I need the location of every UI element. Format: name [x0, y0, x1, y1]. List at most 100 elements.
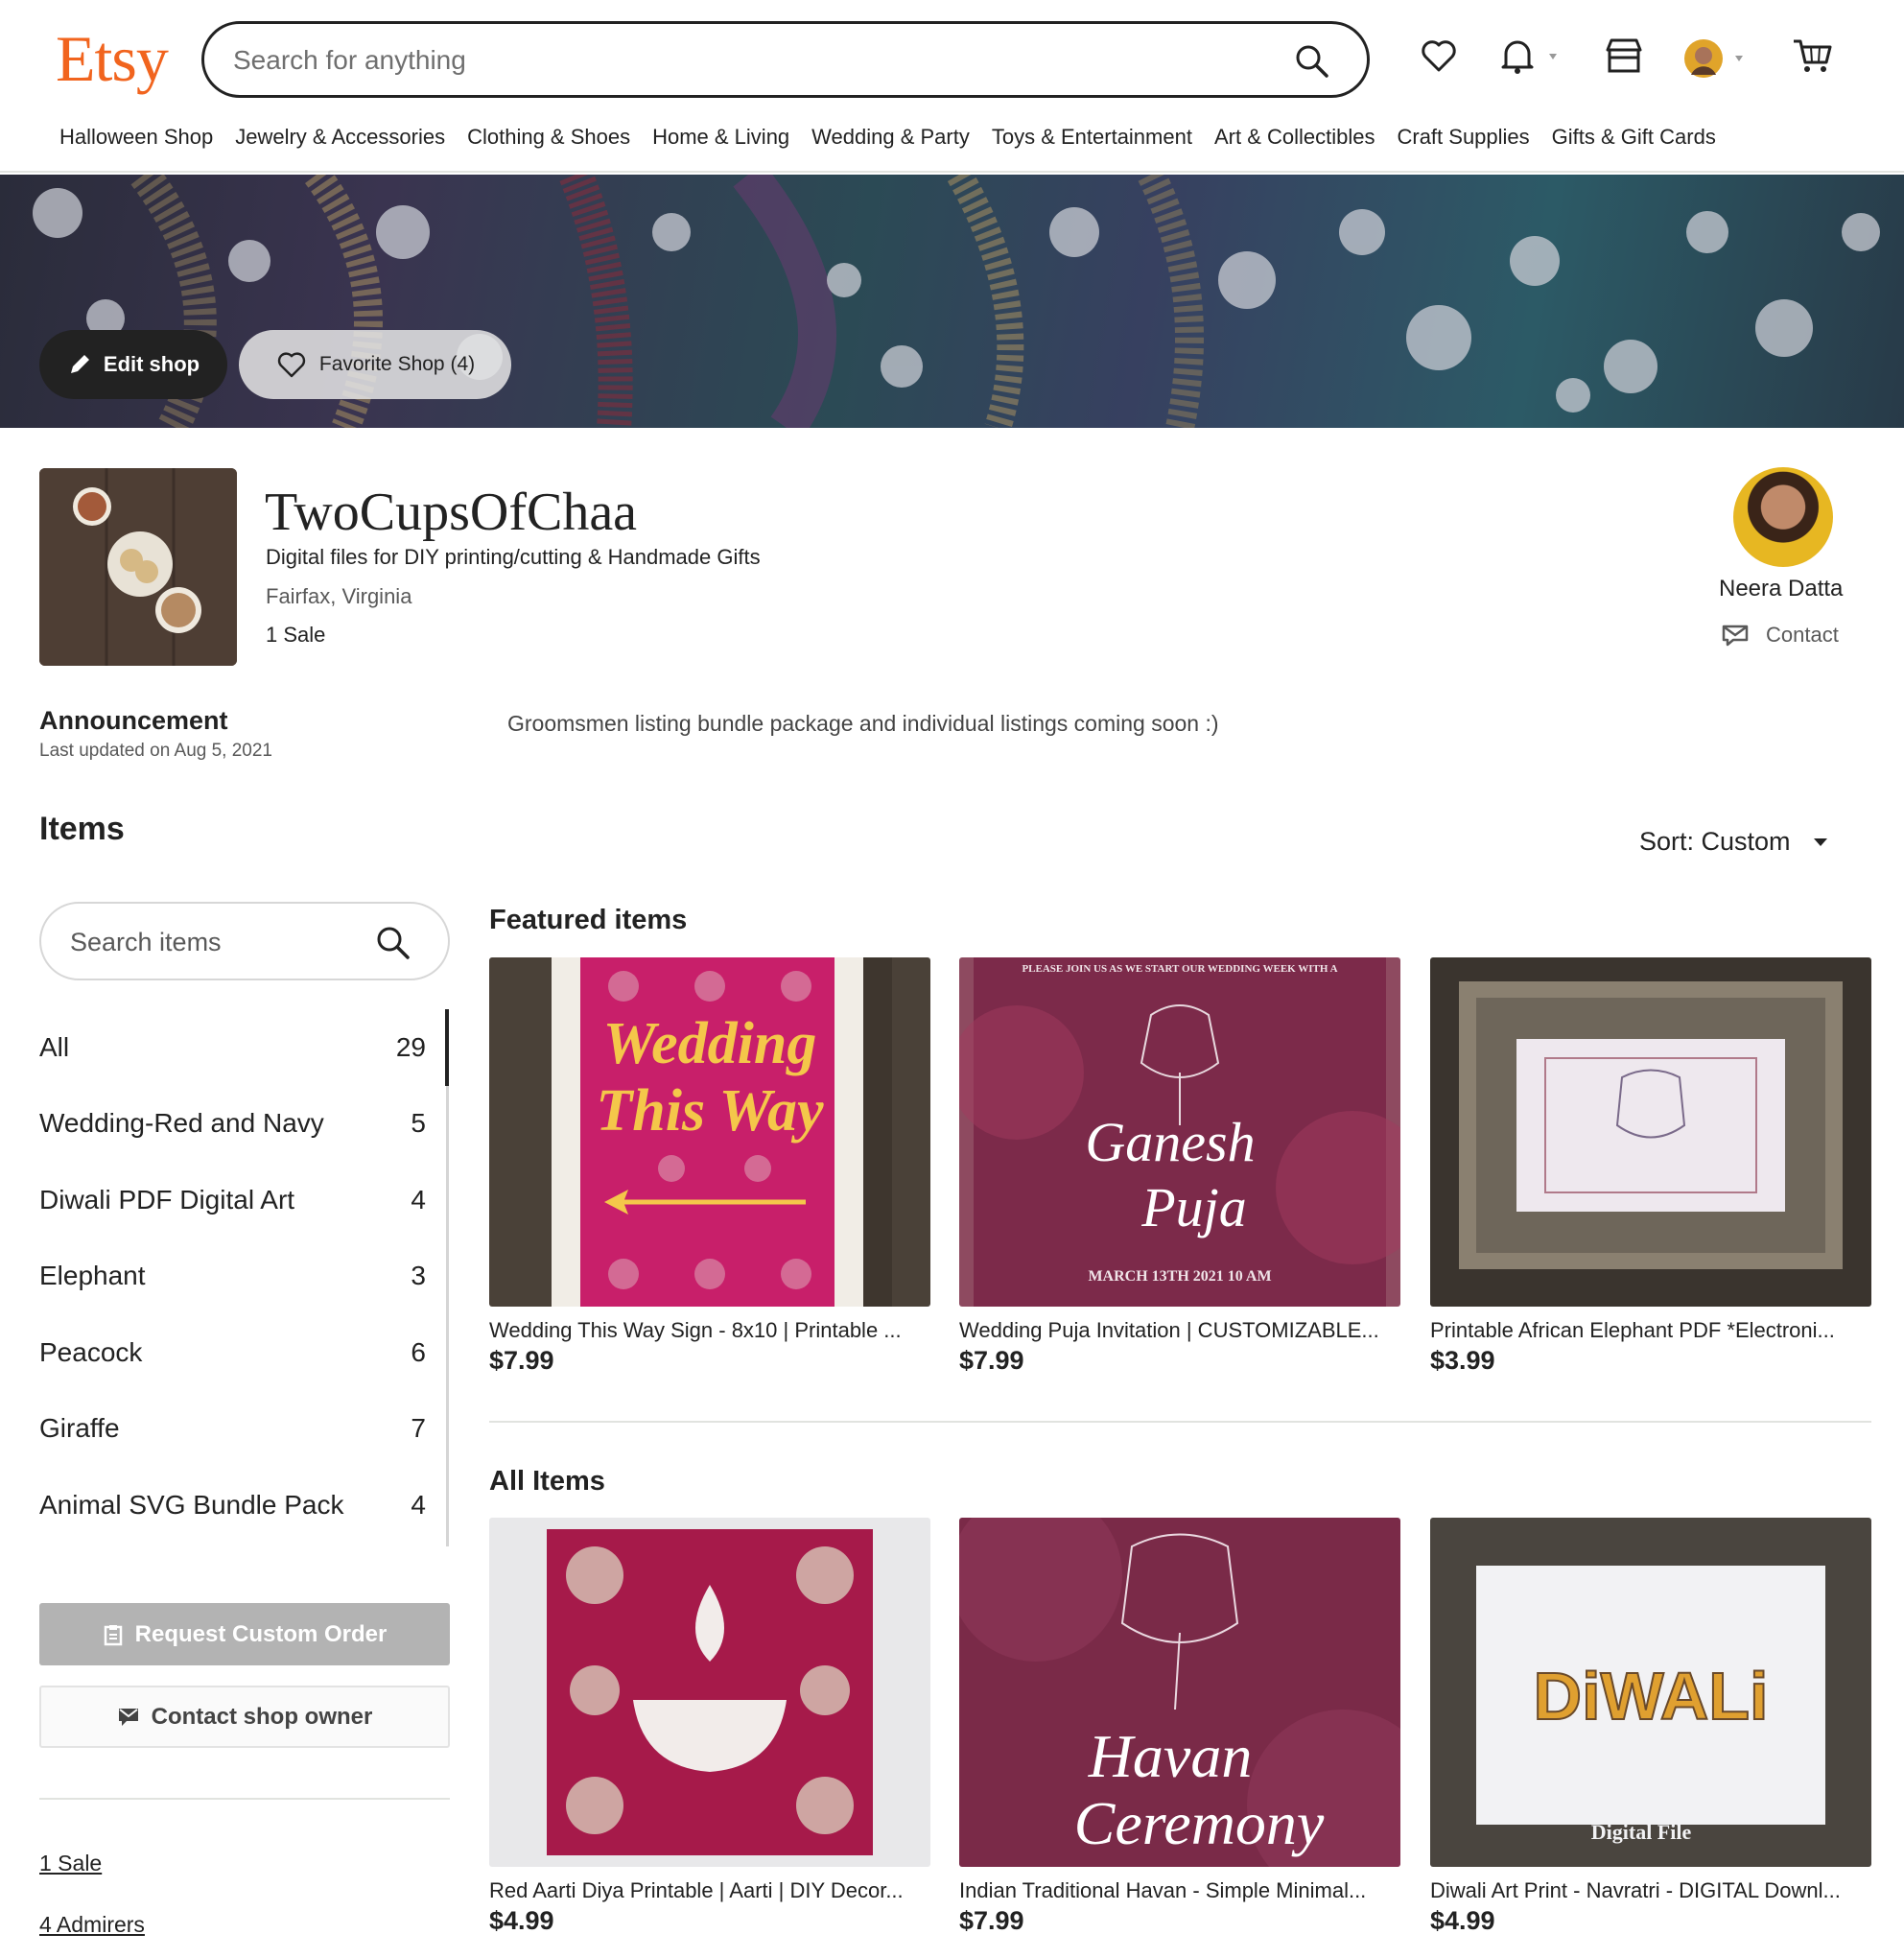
nav-gifts-gift-cards[interactable]: Gifts & Gift Cards — [1552, 125, 1716, 150]
global-search-bar[interactable] — [201, 21, 1370, 98]
bell-icon[interactable] — [1498, 36, 1565, 80]
sidebar-divider — [39, 1798, 450, 1800]
listing-image[interactable] — [1430, 957, 1871, 1307]
global-search-input[interactable] — [233, 37, 1269, 83]
search-icon[interactable] — [375, 925, 411, 966]
announcement-title: Announcement — [39, 706, 228, 735]
sort-dropdown[interactable]: Sort: Custom — [1639, 827, 1829, 857]
shop-search-input[interactable] — [70, 921, 377, 963]
featured-card-1[interactable]: Wedding This Way Wedding This Way Sign -… — [489, 957, 930, 1376]
listing-title[interactable]: Printable African Elephant PDF *Electron… — [1430, 1318, 1871, 1343]
pencil-icon — [70, 355, 89, 373]
etsy-logo[interactable]: Etsy — [56, 21, 169, 97]
owner-name[interactable]: Neera Datta — [1719, 576, 1843, 602]
category-item-diwali[interactable]: Diwali PDF Digital Art 4 — [39, 1162, 450, 1238]
admirers-link[interactable]: 4 Admirers — [39, 1912, 145, 1938]
listing-title[interactable]: Indian Traditional Havan - Simple Minima… — [959, 1878, 1400, 1903]
shop-sales-count: 1 Sale — [266, 623, 326, 647]
category-item-elephant[interactable]: Elephant 3 — [39, 1238, 450, 1315]
art-word: DiWALi — [1534, 1659, 1769, 1734]
shop-search-bar[interactable] — [39, 902, 450, 980]
listing-title[interactable]: Wedding Puja Invitation | CUSTOMIZABLE..… — [959, 1318, 1400, 1343]
contact-label: Contact — [1766, 623, 1839, 647]
nav-art-collectibles[interactable]: Art & Collectibles — [1214, 125, 1375, 150]
art-line-1: Wedding — [603, 1011, 817, 1076]
announcement-text: Groomsmen listing bundle package and ind… — [507, 711, 1219, 736]
category-label: Elephant — [39, 1261, 146, 1291]
listing-title[interactable]: Red Aarti Diya Printable | Aarti | DIY D… — [489, 1878, 930, 1903]
featured-items-heading: Featured items — [489, 905, 688, 935]
art-line-1: Ganesh — [1085, 1111, 1255, 1173]
shop-location: Fairfax, Virginia — [266, 584, 412, 608]
listing-title[interactable]: Diwali Art Print - Navratri - DIGITAL Do… — [1430, 1878, 1871, 1903]
category-item-animal-svg[interactable]: Animal SVG Bundle Pack 4 — [39, 1467, 450, 1544]
announcement-date: Last updated on Aug 5, 2021 — [39, 741, 272, 761]
favorite-shop-button[interactable]: Favorite Shop (4) — [239, 330, 511, 399]
nav-craft-supplies[interactable]: Craft Supplies — [1397, 125, 1529, 150]
avatar[interactable] — [1683, 38, 1752, 83]
search-icon[interactable] — [1294, 43, 1330, 84]
category-count: 5 — [411, 1108, 426, 1139]
featured-card-3[interactable]: Printable African Elephant PDF *Electron… — [1430, 957, 1871, 1376]
nav-wedding-party[interactable]: Wedding & Party — [811, 125, 970, 150]
shop-icon[interactable] — [1604, 36, 1644, 80]
caret-down-icon — [1813, 837, 1827, 846]
all-item-card-3[interactable]: DiWALi Digital File Diwali Art Print - N… — [1430, 1518, 1871, 1936]
category-count: 6 — [411, 1336, 426, 1367]
art-top-text: PLEASE JOIN US AS WE START OUR WEDDING W… — [1022, 963, 1337, 975]
category-label: Diwali PDF Digital Art — [39, 1184, 295, 1215]
category-item-giraffe[interactable]: Giraffe 7 — [39, 1391, 450, 1468]
shop-tagline: Digital files for DIY printing/cutting &… — [266, 545, 761, 569]
shop-icon-image — [39, 468, 237, 666]
cart-icon[interactable] — [1792, 36, 1834, 80]
art-line-2: This Way — [596, 1078, 824, 1144]
nav-clothing-shoes[interactable]: Clothing & Shoes — [467, 125, 630, 150]
category-nav: Halloween Shop Jewelry & Accessories Clo… — [59, 125, 1738, 150]
nav-home-living[interactable]: Home & Living — [652, 125, 789, 150]
listing-price: $7.99 — [959, 1906, 1024, 1935]
featured-card-2[interactable]: PLEASE JOIN US AS WE START OUR WEDDING W… — [959, 957, 1400, 1376]
listing-image[interactable] — [489, 1518, 930, 1867]
mail-icon — [1722, 625, 1749, 647]
nav-halloween-shop[interactable]: Halloween Shop — [59, 125, 213, 150]
sort-label: Sort: Custom — [1639, 827, 1791, 856]
listing-image[interactable]: PLEASE JOIN US AS WE START OUR WEDDING W… — [959, 957, 1400, 1307]
header: Etsy Halloween Shop Jewelry & Accessorie… — [0, 0, 1904, 173]
category-item-wedding-red-navy[interactable]: Wedding-Red and Navy 5 — [39, 1086, 450, 1163]
category-item-peacock[interactable]: Peacock 6 — [39, 1314, 450, 1391]
listing-image[interactable]: Havan Ceremony — [959, 1518, 1400, 1867]
contact-shop-owner-button[interactable]: Contact shop owner — [39, 1686, 450, 1748]
art-line-2: Puja — [1140, 1176, 1247, 1238]
category-label: Peacock — [39, 1336, 143, 1367]
category-count: 7 — [411, 1413, 426, 1444]
request-custom-order-button[interactable]: Request Custom Order — [39, 1603, 450, 1665]
category-count: 4 — [411, 1489, 426, 1520]
nav-toys-entertainment[interactable]: Toys & Entertainment — [992, 125, 1192, 150]
listing-price: $7.99 — [959, 1346, 1024, 1375]
listing-price: $3.99 — [1430, 1346, 1495, 1375]
favorite-shop-label: Favorite Shop (4) — [318, 353, 476, 375]
listing-price: $7.99 — [489, 1346, 554, 1375]
listing-image[interactable]: DiWALi Digital File — [1430, 1518, 1871, 1867]
all-item-card-2[interactable]: Havan Ceremony Indian Traditional Havan … — [959, 1518, 1400, 1936]
clipboard-icon — [104, 1624, 122, 1645]
category-count: 3 — [411, 1261, 426, 1291]
category-item-all[interactable]: All 29 — [39, 1009, 450, 1086]
listing-title[interactable]: Wedding This Way Sign - 8x10 | Printable… — [489, 1318, 930, 1343]
category-list: All 29 Wedding-Red and Navy 5 Diwali PDF D… — [39, 1009, 450, 1544]
category-label: Giraffe — [39, 1413, 120, 1444]
request-custom-order-label: Request Custom Order — [134, 1620, 388, 1647]
heart-icon[interactable] — [1420, 36, 1458, 80]
sales-link[interactable]: 1 Sale — [39, 1851, 102, 1876]
art-caption: Digital File — [1591, 1820, 1692, 1844]
owner-avatar[interactable] — [1733, 467, 1833, 567]
contact-owner-link[interactable]: Contact — [1722, 623, 1839, 648]
nav-jewelry-accessories[interactable]: Jewelry & Accessories — [235, 125, 445, 150]
items-heading: Items — [39, 811, 125, 847]
listing-image[interactable]: Wedding This Way — [489, 957, 930, 1307]
all-items-heading: All Items — [489, 1466, 605, 1497]
art-line-1: Havan — [1088, 1722, 1253, 1790]
category-count: 29 — [395, 1031, 426, 1062]
all-item-card-1[interactable]: Red Aarti Diya Printable | Aarti | DIY D… — [489, 1518, 930, 1936]
edit-shop-button[interactable]: Edit shop — [39, 330, 227, 399]
